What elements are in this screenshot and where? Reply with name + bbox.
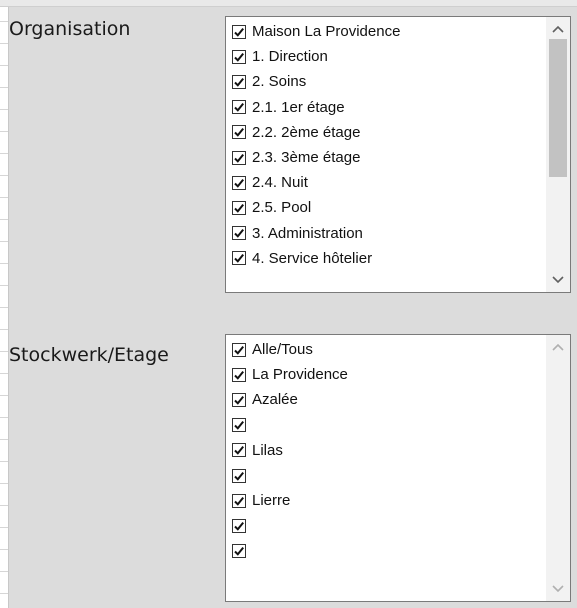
list-item-label: La Providence bbox=[252, 366, 348, 384]
stockwerk-scrollbar[interactable] bbox=[546, 335, 570, 601]
checkbox[interactable] bbox=[232, 418, 246, 433]
checkmark-icon bbox=[234, 345, 244, 355]
checkmark-icon bbox=[234, 395, 244, 405]
checkmark-icon bbox=[234, 496, 244, 506]
checkmark-icon bbox=[234, 203, 244, 213]
checkbox[interactable] bbox=[232, 100, 246, 115]
list-item[interactable] bbox=[232, 413, 544, 438]
checkbox[interactable] bbox=[232, 367, 246, 382]
list-item[interactable]: 2.2. 2ème étage bbox=[232, 120, 544, 145]
checkmark-icon bbox=[234, 421, 244, 430]
checkmark-icon bbox=[234, 547, 244, 556]
list-item-label: Maison La Providence bbox=[252, 23, 401, 41]
list-item-label: 1. Direction bbox=[252, 48, 328, 66]
checkmark-icon bbox=[234, 103, 244, 112]
checkbox[interactable] bbox=[232, 342, 246, 357]
stockwerk-listbox[interactable]: Alle/Tous La Providence Azalée Lilas Lierre bbox=[225, 334, 571, 602]
list-item[interactable]: Azalée bbox=[232, 387, 544, 412]
organisation-scrollbar[interactable] bbox=[546, 17, 570, 292]
list-item-label: Lilas bbox=[252, 441, 283, 459]
stockwerk-items: Alle/Tous La Providence Azalée Lilas Lierre bbox=[232, 337, 544, 564]
list-item[interactable] bbox=[232, 463, 544, 488]
list-item[interactable]: 2.4. Nuit bbox=[232, 170, 544, 195]
list-item[interactable]: 2.1. 1er étage bbox=[232, 95, 544, 120]
checkmark-icon bbox=[234, 77, 244, 87]
list-item[interactable] bbox=[232, 513, 544, 538]
checkmark-icon bbox=[234, 229, 244, 238]
list-item-label: 2.1. 1er étage bbox=[252, 98, 345, 116]
checkbox[interactable] bbox=[232, 125, 246, 140]
chevron-up-icon bbox=[552, 343, 564, 351]
list-item-label: 2.4. Nuit bbox=[252, 174, 308, 192]
list-item[interactable]: 2.5. Pool bbox=[232, 195, 544, 220]
list-item[interactable]: 1. Direction bbox=[232, 44, 544, 69]
checkmark-icon bbox=[234, 471, 244, 481]
list-item-label: 2.2. 2ème étage bbox=[252, 123, 361, 141]
list-item[interactable]: Maison La Providence bbox=[232, 19, 544, 44]
checkmark-icon bbox=[234, 153, 244, 163]
checkbox[interactable] bbox=[232, 175, 246, 190]
checkbox[interactable] bbox=[232, 392, 246, 407]
list-item-label: 4. Service hôtelier bbox=[252, 249, 373, 267]
list-item-label: 2. Soins bbox=[252, 73, 307, 91]
list-item-label: 2.5. Pool bbox=[252, 199, 312, 217]
list-item[interactable]: Lilas bbox=[232, 438, 544, 463]
list-item-label: Alle/Tous bbox=[252, 341, 313, 359]
checkmark-icon bbox=[234, 446, 244, 456]
organisation-listbox[interactable]: Maison La Providence 1. Direction 2. Soins… bbox=[225, 16, 571, 293]
checkbox[interactable] bbox=[232, 468, 246, 483]
list-item[interactable]: 4. Service hôtelier bbox=[232, 246, 544, 271]
checkbox[interactable] bbox=[232, 24, 246, 39]
checkbox[interactable] bbox=[232, 443, 246, 458]
list-item-label: Azalée bbox=[252, 391, 298, 409]
checkbox[interactable] bbox=[232, 518, 246, 533]
scroll-down-button[interactable] bbox=[546, 270, 570, 290]
list-item-label: Lierre bbox=[252, 492, 291, 510]
organisation-items: Maison La Providence 1. Direction 2. Soins… bbox=[232, 19, 544, 271]
list-item[interactable]: Lierre bbox=[232, 488, 544, 513]
list-item-label: 2.3. 3ème étage bbox=[252, 149, 361, 167]
scroll-up-button[interactable] bbox=[546, 19, 570, 39]
checkmark-icon bbox=[234, 52, 244, 62]
checkmark-icon bbox=[234, 27, 244, 37]
checkbox[interactable] bbox=[232, 49, 246, 64]
list-item[interactable] bbox=[232, 539, 544, 564]
top-edge bbox=[0, 0, 577, 7]
checkbox[interactable] bbox=[232, 226, 246, 241]
checkbox[interactable] bbox=[232, 200, 246, 215]
checkbox[interactable] bbox=[232, 251, 246, 266]
chevron-down-icon bbox=[552, 276, 564, 284]
list-item[interactable]: 3. Administration bbox=[232, 221, 544, 246]
checkmark-icon bbox=[234, 178, 244, 188]
checkbox[interactable] bbox=[232, 150, 246, 165]
checkmark-icon bbox=[234, 370, 244, 380]
scroll-down-button[interactable] bbox=[546, 579, 570, 599]
list-item[interactable]: 2.3. 3ème étage bbox=[232, 145, 544, 170]
list-item[interactable]: 2. Soins bbox=[232, 69, 544, 94]
checkbox[interactable] bbox=[232, 544, 246, 559]
checkbox[interactable] bbox=[232, 74, 246, 89]
chevron-up-icon bbox=[552, 25, 564, 33]
checkbox[interactable] bbox=[232, 493, 246, 508]
checkmark-icon bbox=[234, 521, 244, 531]
checkmark-icon bbox=[234, 254, 244, 264]
checkmark-icon bbox=[234, 128, 244, 138]
chevron-down-icon bbox=[552, 585, 564, 593]
sheet-gridlines bbox=[0, 0, 9, 608]
list-item[interactable]: Alle/Tous bbox=[232, 337, 544, 362]
scroll-thumb[interactable] bbox=[549, 39, 567, 177]
scroll-up-button[interactable] bbox=[546, 337, 570, 357]
list-item[interactable]: La Providence bbox=[232, 362, 544, 387]
list-item-label: 3. Administration bbox=[252, 224, 363, 242]
stockwerk-label: Stockwerk/Etage bbox=[9, 344, 169, 366]
organisation-label: Organisation bbox=[9, 18, 131, 40]
